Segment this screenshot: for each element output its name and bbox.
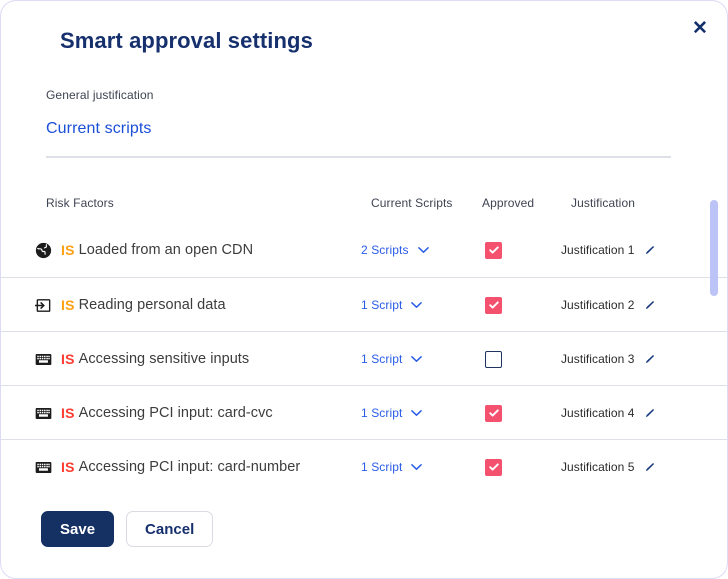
current-scripts-cell[interactable]: 1 Script (361, 386, 423, 440)
edit-pencil-icon[interactable] (644, 245, 655, 256)
keyboard-icon (35, 351, 52, 368)
approved-checkbox[interactable] (485, 458, 502, 476)
table-body: IS Loaded from an open CDN 2 Scripts Justif… (1, 223, 727, 486)
edit-pencil-icon[interactable] (644, 354, 655, 365)
keyboard-icon (35, 459, 52, 476)
risk-factor-label: Accessing PCI input: card-number (78, 459, 301, 475)
severity-badge: IS (61, 405, 75, 421)
keyboard-icon (35, 405, 52, 422)
globe-icon (35, 242, 52, 259)
risk-factor-label: Accessing sensitive inputs (78, 351, 250, 367)
severity-badge: IS (61, 297, 75, 313)
scripts-count-link[interactable]: 1 Script (361, 298, 402, 312)
general-justification-value[interactable]: Current scripts (46, 120, 152, 138)
approved-checkbox[interactable] (485, 404, 502, 422)
justification-cell: Justification 2 (561, 278, 655, 332)
modal-footer: Save Cancel (41, 511, 214, 547)
smart-approval-settings-modal: ✕ Smart approval settings General justif… (0, 0, 728, 579)
scripts-count-link[interactable]: 1 Script (361, 352, 402, 366)
risk-factor-label: Reading personal data (78, 297, 226, 313)
justification-cell: Justification 3 (561, 332, 655, 386)
input-arrow-icon (35, 297, 52, 314)
risk-factor-cell: IS Loaded from an open CDN (35, 223, 253, 277)
chevron-down-icon[interactable] (411, 463, 423, 471)
general-justification-label: General justification (46, 88, 154, 102)
severity-badge: IS (61, 242, 75, 258)
justification-cell: Justification 1 (561, 223, 655, 277)
current-scripts-cell[interactable]: 2 Scripts (361, 223, 429, 277)
chevron-down-icon[interactable] (417, 246, 429, 254)
approved-checkbox[interactable] (485, 241, 502, 259)
justification-cell: Justification 5 (561, 440, 655, 486)
scripts-count-link[interactable]: 1 Script (361, 460, 402, 474)
column-header-justification: Justification (571, 196, 635, 210)
chevron-down-icon[interactable] (411, 355, 423, 363)
approved-checkbox[interactable] (485, 350, 502, 368)
table-row: IS Accessing PCI input: card-cvc 1 Script J… (1, 385, 727, 440)
justification-label: Justification 5 (561, 460, 635, 474)
save-button[interactable]: Save (41, 511, 115, 547)
risk-factor-cell: IS Accessing PCI input: card-number (35, 440, 300, 486)
cancel-button[interactable]: Cancel (126, 511, 214, 547)
risk-factors-table: Risk Factors Current Scripts Approved Ju… (1, 181, 727, 486)
justification-label: Justification 4 (561, 406, 635, 420)
table-header-row: Risk Factors Current Scripts Approved Ju… (1, 181, 727, 223)
section-divider (46, 156, 671, 158)
approved-cell (485, 332, 502, 386)
risk-factor-cell: IS Accessing sensitive inputs (35, 332, 249, 386)
chevron-down-icon[interactable] (411, 409, 423, 417)
current-scripts-cell[interactable]: 1 Script (361, 440, 423, 486)
scrollbar-thumb[interactable] (710, 200, 718, 296)
risk-factor-cell: IS Reading personal data (35, 278, 226, 332)
chevron-down-icon[interactable] (411, 301, 423, 309)
approved-cell (485, 278, 502, 332)
scripts-count-link[interactable]: 2 Scripts (361, 243, 409, 257)
close-icon[interactable]: ✕ (687, 15, 713, 41)
current-scripts-cell[interactable]: 1 Script (361, 332, 423, 386)
table-scrollbar[interactable] (710, 176, 718, 476)
page-title: Smart approval settings (60, 28, 313, 53)
edit-pencil-icon[interactable] (644, 300, 655, 311)
column-header-risk-factors: Risk Factors (46, 196, 114, 210)
table-row: IS Accessing sensitive inputs 1 Script Just… (1, 331, 727, 386)
justification-label: Justification 2 (561, 298, 635, 312)
risk-factor-cell: IS Accessing PCI input: card-cvc (35, 386, 273, 440)
justification-label: Justification 1 (561, 243, 635, 257)
justification-label: Justification 3 (561, 352, 635, 366)
approved-checkbox[interactable] (485, 296, 502, 314)
column-header-current-scripts: Current Scripts (371, 196, 453, 210)
edit-pencil-icon[interactable] (644, 408, 655, 419)
column-header-approved: Approved (482, 196, 535, 210)
table-row: IS Reading personal data 1 Script Justifica… (1, 277, 727, 332)
justification-cell: Justification 4 (561, 386, 655, 440)
risk-factor-label: Loaded from an open CDN (78, 242, 254, 258)
edit-pencil-icon[interactable] (644, 462, 655, 473)
severity-badge: IS (61, 351, 75, 367)
approved-cell (485, 440, 502, 486)
approved-cell (485, 386, 502, 440)
current-scripts-cell[interactable]: 1 Script (361, 278, 423, 332)
severity-badge: IS (61, 459, 75, 475)
approved-cell (485, 223, 502, 277)
scripts-count-link[interactable]: 1 Script (361, 406, 402, 420)
table-row: IS Accessing PCI input: card-number 1 Scri… (1, 439, 727, 486)
table-row: IS Loaded from an open CDN 2 Scripts Justif… (1, 223, 727, 277)
risk-factor-label: Accessing PCI input: card-cvc (78, 405, 273, 421)
